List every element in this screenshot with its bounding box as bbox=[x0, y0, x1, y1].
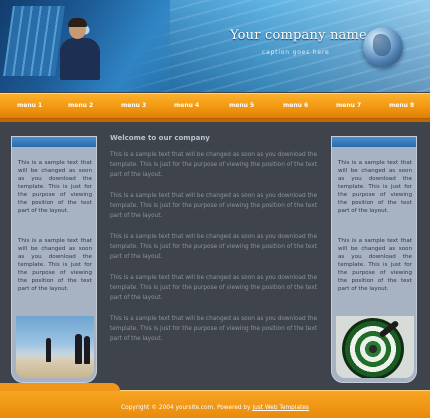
dartboard-photo bbox=[336, 316, 414, 378]
main-paragraph: This is a sample text that will be chang… bbox=[110, 152, 318, 178]
menu-item-8[interactable]: menu 8 bbox=[389, 102, 414, 109]
right-sidebar-text-2: This is a sample text that will be chang… bbox=[338, 238, 412, 292]
menu-item-7[interactable]: menu 7 bbox=[336, 102, 361, 109]
company-slogan: caption goes here bbox=[262, 49, 330, 56]
left-sidebar: This is a sample text that will be chang… bbox=[11, 136, 97, 383]
footer: Copyright © 2004 yoursite.com. Powered b… bbox=[0, 383, 430, 418]
footer-credit-link[interactable]: Just Web Templates bbox=[252, 405, 308, 411]
beach-people-photo bbox=[16, 316, 94, 378]
right-sidebar-text-1: This is a sample text that will be chang… bbox=[338, 160, 412, 214]
right-sidebar: This is a sample text that will be chang… bbox=[331, 136, 417, 383]
main-paragraph: This is a sample text that will be chang… bbox=[110, 193, 318, 219]
header-photo bbox=[0, 0, 170, 92]
menu-item-4[interactable]: menu 4 bbox=[174, 102, 199, 109]
main-content: Welcome to our company This is a sample … bbox=[104, 134, 328, 355]
left-sidebar-cap bbox=[12, 137, 96, 147]
left-sidebar-text-2: This is a sample text that will be chang… bbox=[18, 238, 92, 292]
menu-item-2[interactable]: menu 2 bbox=[68, 102, 93, 109]
right-sidebar-cap bbox=[332, 137, 416, 147]
main-title: Welcome to our company bbox=[110, 134, 210, 142]
main-paragraph: This is a sample text that will be chang… bbox=[110, 316, 318, 342]
page: Your company name caption goes here menu… bbox=[0, 0, 430, 418]
menu-bar: menu 1 menu 2 menu 3 menu 4 menu 5 menu … bbox=[0, 93, 430, 122]
company-name: Your company name bbox=[230, 28, 367, 43]
footer-text: Copyright © 2004 yoursite.com. Powered b… bbox=[0, 405, 430, 411]
main-paragraph: This is a sample text that will be chang… bbox=[110, 234, 318, 260]
left-sidebar-text-1: This is a sample text that will be chang… bbox=[18, 160, 92, 214]
main-paragraph: This is a sample text that will be chang… bbox=[110, 275, 318, 301]
menu-item-1[interactable]: menu 1 bbox=[17, 102, 42, 109]
menu-item-6[interactable]: menu 6 bbox=[283, 102, 308, 109]
header-window-panel bbox=[3, 6, 65, 76]
globe-icon bbox=[363, 27, 403, 67]
copyright-text: Copyright © 2004 yoursite.com. Powered b… bbox=[121, 405, 253, 411]
menu-item-5[interactable]: menu 5 bbox=[229, 102, 254, 109]
menu-item-3[interactable]: menu 3 bbox=[121, 102, 146, 109]
header-person-figure bbox=[60, 18, 100, 80]
header-banner: Your company name caption goes here bbox=[0, 0, 430, 92]
